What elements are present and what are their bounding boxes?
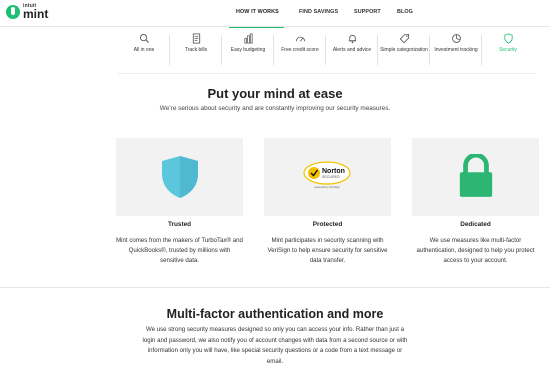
feature-label: Alerts and advice	[332, 47, 372, 53]
badge-tagline: SECURED	[322, 175, 340, 179]
card-title-dedicated: Dedicated	[460, 221, 491, 228]
feature-track-bills[interactable]: Track bills	[170, 33, 222, 69]
protected-image: Norton SECURED powered by VeriSign	[264, 138, 391, 216]
feature-easy-budgeting[interactable]: Easy budgeting	[222, 33, 274, 69]
shield-icon	[162, 156, 198, 198]
feature-free-credit-score[interactable]: Free credit score	[274, 33, 326, 69]
page-subtitle: We’re serious about security and are con…	[159, 105, 391, 112]
feature-label: Easy budgeting	[230, 47, 266, 53]
feature-label: Security	[498, 47, 518, 53]
subnav-divider	[118, 73, 536, 74]
pie-icon	[451, 34, 461, 43]
trusted-image	[116, 138, 243, 216]
bill-icon	[192, 33, 200, 44]
dedicated-image	[412, 138, 539, 216]
section-divider	[0, 287, 550, 288]
mfa-body: We use strong security measures designed…	[142, 326, 408, 365]
card-body-dedicated: We use measures like multi-factor authen…	[416, 237, 535, 264]
card-title-trusted: Trusted	[167, 221, 192, 228]
bell-icon	[348, 34, 356, 44]
feature-all-in-one[interactable]: All in one	[118, 33, 170, 69]
feature-label: All in one	[133, 47, 155, 53]
card-body-trusted: Mint comes from the makers of TurboTax® …	[116, 237, 243, 264]
feature-label: Track bills	[184, 47, 208, 53]
feature-subnav: All in one Track bills Easy budgeting Fr…	[118, 33, 536, 69]
feature-label: Investment tracking	[434, 47, 478, 53]
shield-icon	[503, 33, 513, 44]
feature-label: Simple categorization	[380, 47, 428, 53]
nav-blog[interactable]: BLOG	[397, 9, 413, 15]
feature-label: Free credit score	[281, 47, 319, 53]
search-icon	[139, 34, 149, 43]
feature-investment-tracking[interactable]: Investment tracking	[430, 33, 482, 69]
card-body-protected: Mint participates in security scanning w…	[267, 237, 388, 264]
gauge-icon	[295, 36, 305, 42]
nav-support[interactable]: SUPPORT	[354, 9, 381, 15]
nav-find-savings[interactable]: FIND SAVINGS	[299, 9, 338, 15]
feature-security[interactable]: Security	[482, 33, 534, 69]
nav-how-it-works[interactable]: HOW IT WORKS	[236, 9, 279, 15]
badge-powered-by: powered by VeriSign	[314, 185, 340, 189]
top-navigation: intuit mint HOW IT WORKS FIND SAVINGS SU…	[0, 0, 550, 28]
norton-secured-badge: Norton SECURED powered by VeriSign	[303, 161, 351, 189]
bar-chart-icon	[243, 33, 253, 44]
mfa-title: Multi-factor authentication and more	[166, 307, 384, 321]
page-title: Put your mind at ease	[207, 86, 343, 101]
card-title-protected: Protected	[312, 221, 343, 228]
badge-brand: Norton	[322, 168, 345, 175]
nav-divider	[0, 26, 550, 27]
padlock-icon	[459, 154, 493, 197]
tag-icon	[399, 33, 409, 44]
feature-simple-categorization[interactable]: Simple categorization	[378, 33, 430, 69]
feature-alerts-and-advice[interactable]: Alerts and advice	[326, 33, 378, 69]
